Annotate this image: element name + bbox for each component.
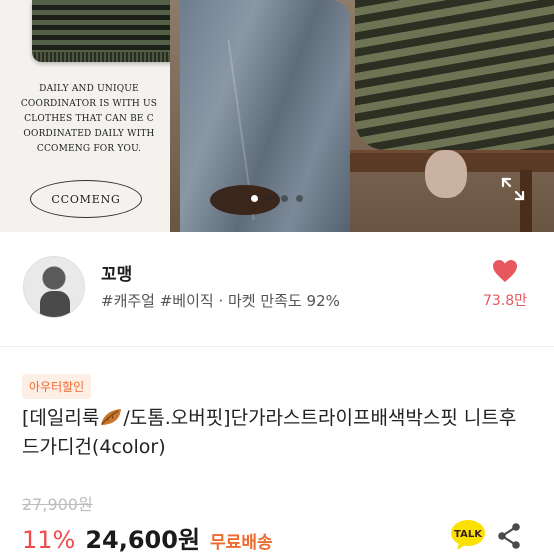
heart-icon[interactable] <box>492 259 518 283</box>
svg-text:TALK: TALK <box>454 529 483 540</box>
original-price: 27,900원 <box>22 495 93 514</box>
sale-price: 24,600원 <box>85 526 201 554</box>
striped-sweater <box>355 0 554 150</box>
carousel-dot[interactable] <box>296 195 303 202</box>
carousel-dot[interactable] <box>251 195 258 202</box>
free-shipping-label: 무료배송 <box>210 533 273 553</box>
discount-badge: 아우터할인 <box>22 374 92 399</box>
hand <box>425 150 467 198</box>
carousel-dot[interactable] <box>281 195 288 202</box>
seller-tags: #캐주얼 #베이직 · 마켓 만족도 92% <box>101 292 340 310</box>
discount-rate: 11% <box>22 526 76 554</box>
like-count: 73.8만 <box>482 293 528 309</box>
expand-icon[interactable] <box>500 176 526 202</box>
kakao-talk-icon[interactable]: TALK <box>450 519 486 551</box>
carousel-dot[interactable] <box>266 195 273 202</box>
avatar[interactable] <box>23 256 85 318</box>
brand-slogan: DAILY AND UNIQUE COORDINATOR IS WITH US … <box>20 84 158 154</box>
share-icon[interactable] <box>497 523 521 549</box>
title-part-1: [데일리룩 <box>22 407 100 429</box>
carousel-indicator <box>0 195 554 202</box>
product-title: [데일리룩 /도톰.오버핏]단가라스트라이프배색박스핏 니트후드가디건(4col… <box>22 404 532 462</box>
product-image-carousel[interactable]: DAILY AND UNIQUE COORDINATOR IS WITH US … <box>0 0 554 232</box>
seller-info[interactable]: 꼬맹 #캐주얼 #베이직 · 마켓 만족도 92% 73.8만 <box>0 232 554 347</box>
seller-name[interactable]: 꼬맹 <box>101 260 132 285</box>
sweater-thumbnail <box>32 0 192 62</box>
price-row: 11% 24,600원 무료배송 <box>22 520 273 554</box>
leaf-emoji-icon <box>101 409 122 425</box>
